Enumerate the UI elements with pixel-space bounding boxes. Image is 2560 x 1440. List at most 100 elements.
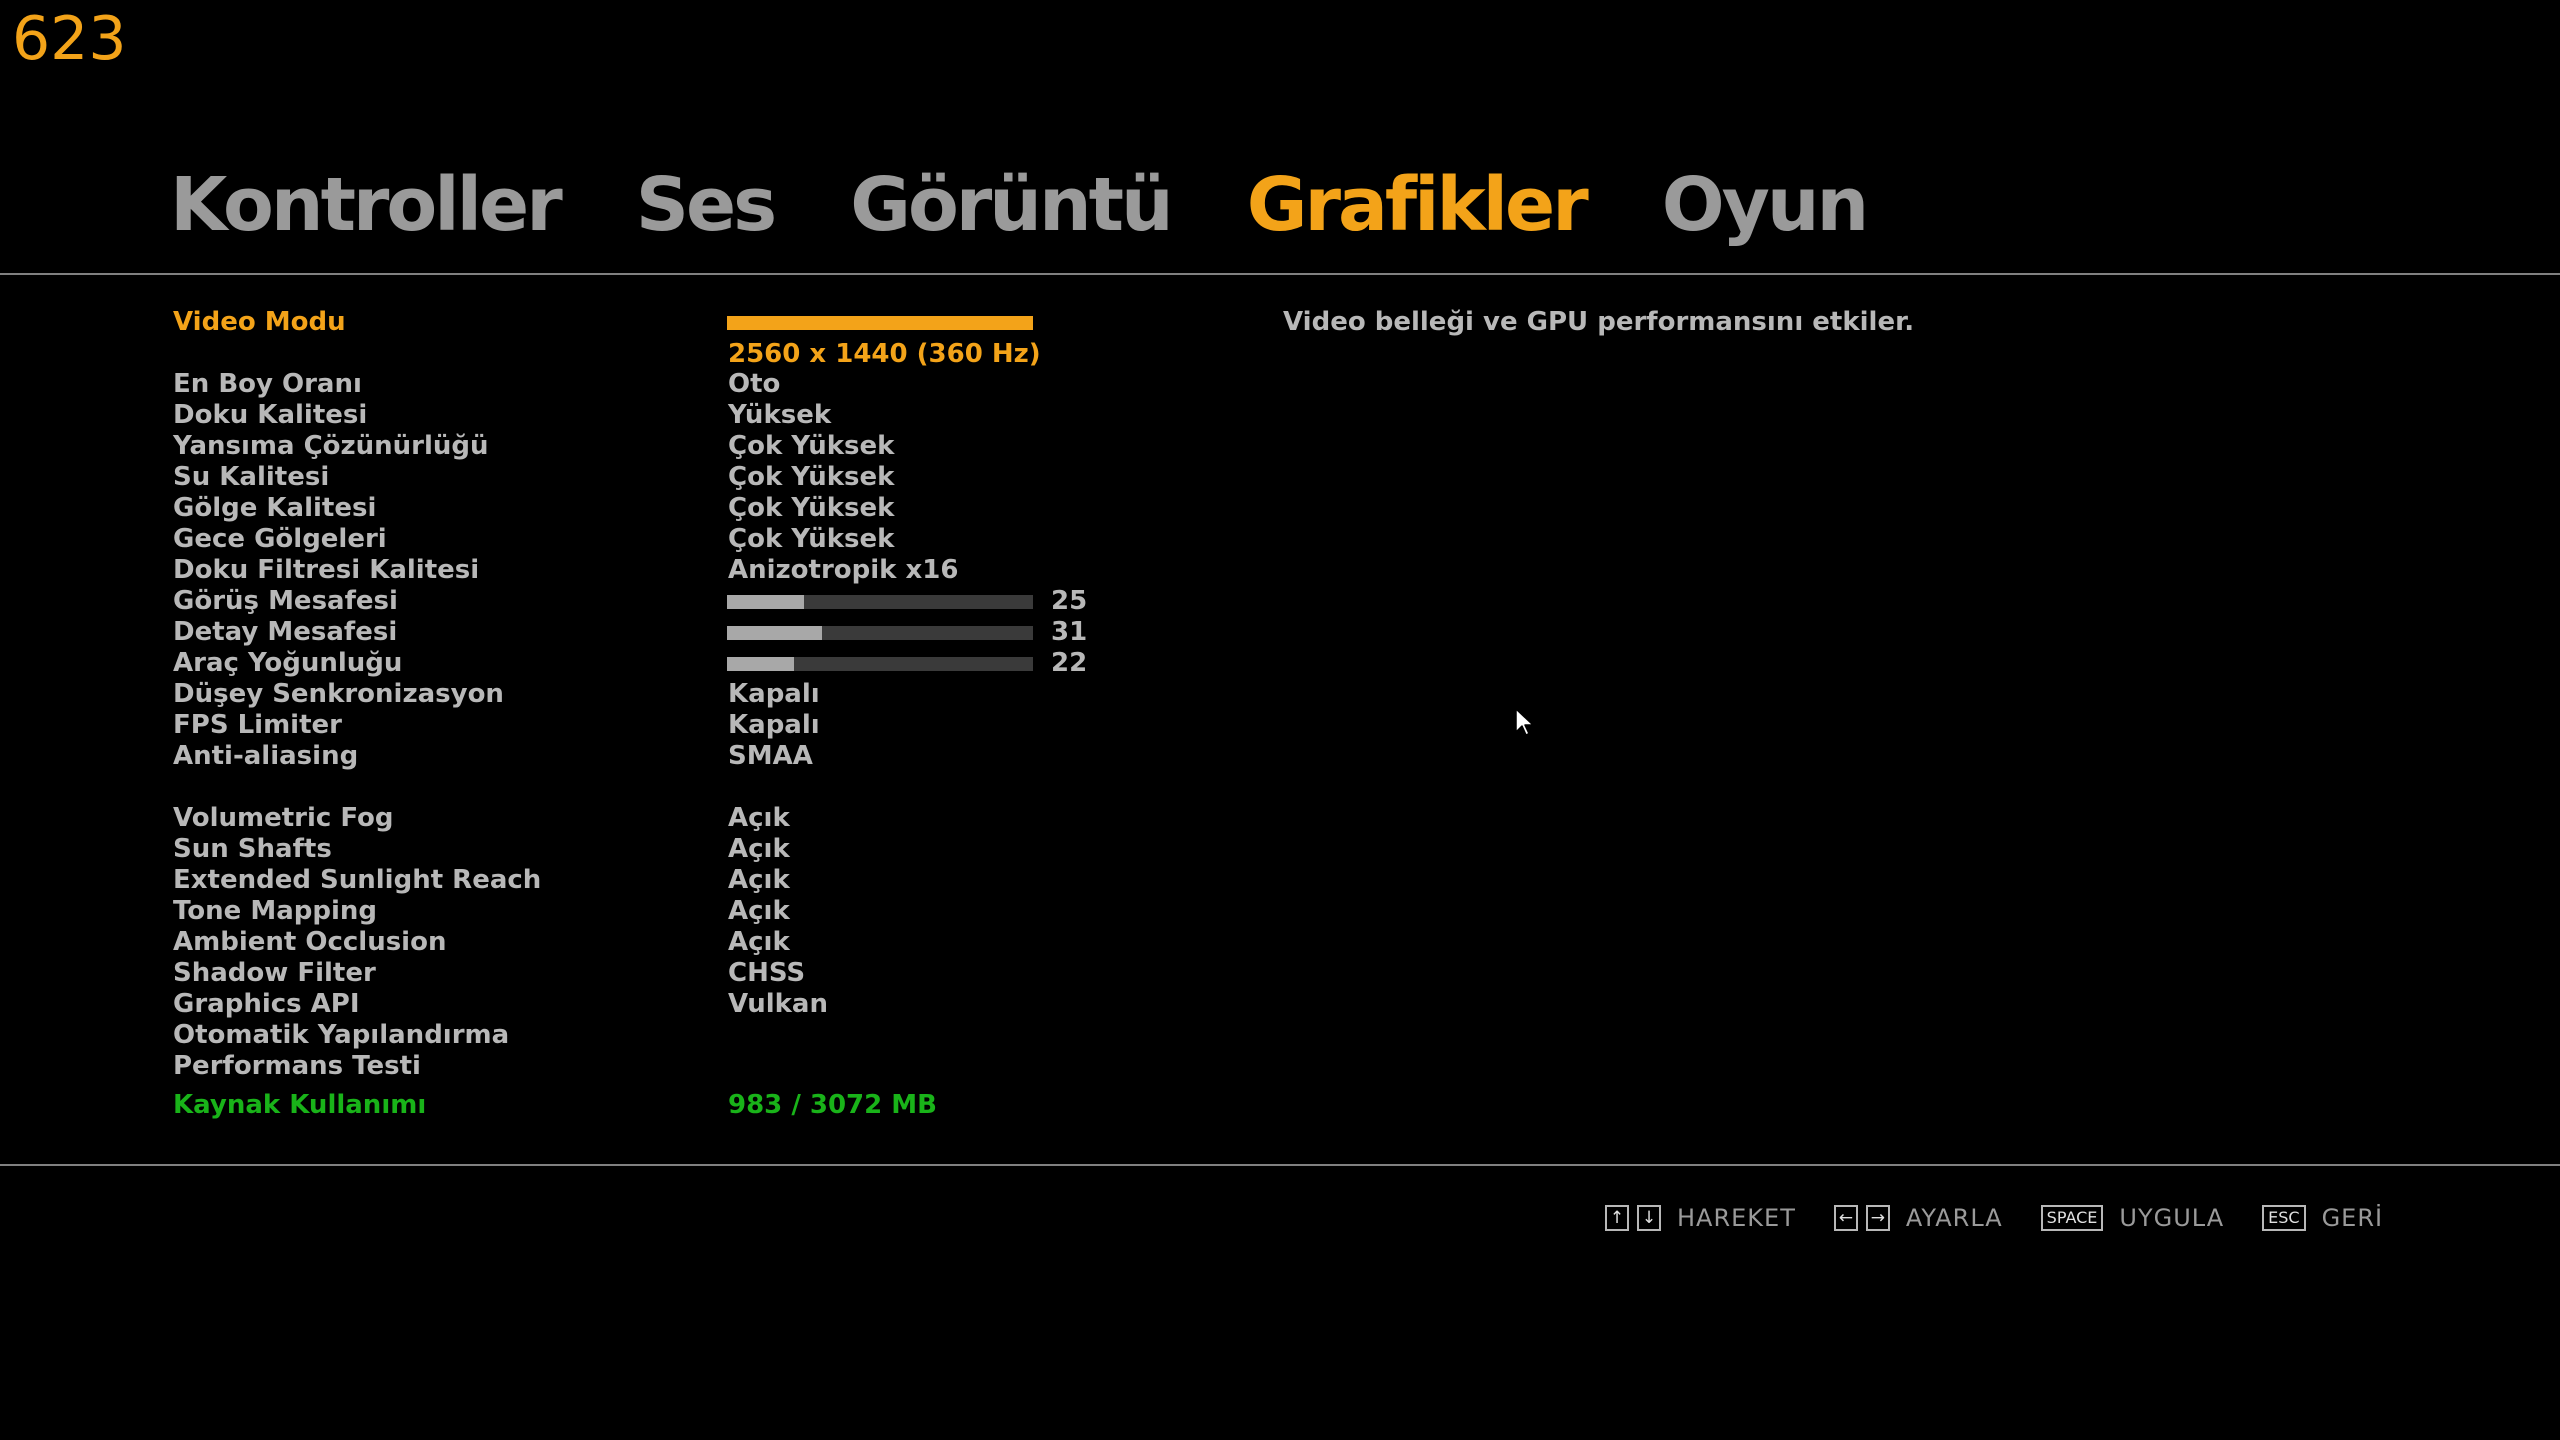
setting-value: Açık xyxy=(728,803,790,833)
arrow-right-key-icon: → xyxy=(1865,1205,1890,1231)
esc-key-icon: ESC xyxy=(2262,1205,2306,1231)
setting-label: En Boy Oranı xyxy=(173,369,362,399)
setting-label: Graphics API xyxy=(173,989,360,1019)
setting-label: Otomatik Yapılandırma xyxy=(173,1020,510,1050)
video-mode-value: 2560 x 1440 (360 Hz) xyxy=(728,339,1041,369)
hint-adjust-label: AYARLA xyxy=(1905,1204,2003,1232)
resource-usage-value: 983 / 3072 MB xyxy=(728,1090,937,1120)
resource-usage-label: Kaynak Kullanımı xyxy=(173,1090,427,1120)
slider-fill xyxy=(727,595,804,609)
video-mode-selection-bar xyxy=(727,316,1033,330)
setting-shadow-filter[interactable]: Shadow Filter CHSS xyxy=(173,958,1123,989)
vehicle-density-slider[interactable] xyxy=(727,657,1033,671)
setting-graphics-api[interactable]: Graphics API Vulkan xyxy=(173,989,1123,1020)
setting-value: Açık xyxy=(728,896,790,926)
arrow-up-key-icon: ↑ xyxy=(1605,1205,1629,1231)
bottom-divider xyxy=(0,1164,2560,1166)
hint-move[interactable]: ↑ ↓ HAREKET xyxy=(1605,1204,1796,1232)
tab-goruntu[interactable]: Görüntü xyxy=(850,162,1173,248)
hint-adjust[interactable]: ← → AYARLA xyxy=(1833,1204,2003,1232)
setting-anti-aliasing[interactable]: Anti-aliasing SMAA xyxy=(173,741,1123,772)
setting-label: Görüş Mesafesi xyxy=(173,586,398,616)
setting-value: CHSS xyxy=(728,958,806,988)
setting-label: Düşey Senkronizasyon xyxy=(173,679,504,709)
setting-label: Shadow Filter xyxy=(173,958,376,988)
setting-label: Doku Kalitesi xyxy=(173,400,368,430)
setting-reflection-resolution[interactable]: Yansıma Çözünürlüğü Çok Yüksek xyxy=(173,431,1123,462)
arrow-down-key-icon: ↓ xyxy=(1637,1205,1661,1231)
setting-label: Detay Mesafesi xyxy=(173,617,398,647)
setting-label: Yansıma Çözünürlüğü xyxy=(173,431,489,461)
setting-view-distance[interactable]: Görüş Mesafesi 25 xyxy=(173,586,1123,617)
setting-vsync[interactable]: Düşey Senkronizasyon Kapalı xyxy=(173,679,1123,710)
setting-sun-shafts[interactable]: Sun Shafts Açık xyxy=(173,834,1123,865)
setting-label: Araç Yoğunluğu xyxy=(173,648,403,678)
setting-value: Vulkan xyxy=(728,989,828,1019)
setting-fps-limiter[interactable]: FPS Limiter Kapalı xyxy=(173,710,1123,741)
setting-water-quality[interactable]: Su Kalitesi Çok Yüksek xyxy=(173,462,1123,493)
setting-value: Çok Yüksek xyxy=(728,462,895,492)
tab-grafikler[interactable]: Grafikler xyxy=(1247,162,1589,248)
setting-value: Açık xyxy=(728,834,790,864)
controls-footer: ↑ ↓ HAREKET ← → AYARLA SPACE UYGULA ESC … xyxy=(1605,1198,2383,1238)
auto-config-button[interactable]: Otomatik Yapılandırma xyxy=(173,1020,1123,1051)
mouse-cursor-icon xyxy=(1515,708,1534,736)
setting-tone-mapping[interactable]: Tone Mapping Açık xyxy=(173,896,1123,927)
setting-texture-quality[interactable]: Doku Kalitesi Yüksek xyxy=(173,400,1123,431)
setting-value: SMAA xyxy=(728,741,813,771)
tab-ses[interactable]: Ses xyxy=(636,162,778,248)
setting-description: Video belleği ve GPU performansını etkil… xyxy=(1283,307,1915,337)
slider-fill xyxy=(727,657,795,671)
slider-value: 25 xyxy=(1051,586,1088,616)
space-key-icon: SPACE xyxy=(2040,1205,2104,1231)
setting-label: Extended Sunlight Reach xyxy=(173,865,542,895)
setting-extended-sunlight-reach[interactable]: Extended Sunlight Reach Açık xyxy=(173,865,1123,896)
hint-apply-label: UYGULA xyxy=(2119,1204,2225,1232)
settings-tabs: Kontroller Ses Görüntü Grafikler Oyun xyxy=(170,150,1942,260)
setting-label: Anti-aliasing xyxy=(173,741,359,771)
setting-label: Tone Mapping xyxy=(173,896,378,926)
arrow-left-key-icon: ← xyxy=(1833,1205,1858,1231)
setting-label: Gölge Kalitesi xyxy=(173,493,377,523)
setting-value: Kapalı xyxy=(728,679,820,709)
setting-label: Sun Shafts xyxy=(173,834,332,864)
setting-texture-filter-quality[interactable]: Doku Filtresi Kalitesi Anizotropik x16 xyxy=(173,555,1123,586)
setting-value: Kapalı xyxy=(728,710,820,740)
tab-oyun[interactable]: Oyun xyxy=(1662,162,1870,248)
setting-label: Performans Testi xyxy=(173,1051,421,1081)
setting-volumetric-fog[interactable]: Volumetric Fog Açık xyxy=(173,803,1123,834)
hint-back-label: GERİ xyxy=(2321,1204,2384,1232)
setting-label: Volumetric Fog xyxy=(173,803,394,833)
setting-shadow-quality[interactable]: Gölge Kalitesi Çok Yüksek xyxy=(173,493,1123,524)
setting-label: Doku Filtresi Kalitesi xyxy=(173,555,480,585)
setting-value: Açık xyxy=(728,865,790,895)
setting-label: Video Modu xyxy=(173,307,346,337)
setting-label: Su Kalitesi xyxy=(173,462,330,492)
setting-value: Oto xyxy=(728,369,781,399)
detail-distance-slider[interactable] xyxy=(727,626,1033,640)
setting-label: FPS Limiter xyxy=(173,710,342,740)
setting-value: Yüksek xyxy=(728,400,832,430)
view-distance-slider[interactable] xyxy=(727,595,1033,609)
setting-label: Gece Gölgeleri xyxy=(173,524,387,554)
setting-value: Anizotropik x16 xyxy=(728,555,959,585)
setting-vehicle-density[interactable]: Araç Yoğunluğu 22 xyxy=(173,648,1123,679)
setting-value: Açık xyxy=(728,927,790,957)
hint-move-label: HAREKET xyxy=(1677,1204,1796,1232)
setting-detail-distance[interactable]: Detay Mesafesi 31 xyxy=(173,617,1123,648)
slider-value: 22 xyxy=(1051,648,1088,678)
slider-fill xyxy=(727,626,822,640)
setting-value: Çok Yüksek xyxy=(728,431,895,461)
setting-value: Çok Yüksek xyxy=(728,524,895,554)
fps-counter: 623 xyxy=(12,4,127,74)
hint-apply[interactable]: SPACE UYGULA xyxy=(2040,1204,2225,1232)
hint-back[interactable]: ESC GERİ xyxy=(2262,1204,2383,1232)
tab-kontroller[interactable]: Kontroller xyxy=(170,162,563,248)
resource-usage: Kaynak Kullanımı 983 / 3072 MB xyxy=(173,1090,1123,1121)
setting-aspect-ratio[interactable]: En Boy Oranı Oto xyxy=(173,369,1123,400)
performance-test-button[interactable]: Performans Testi xyxy=(173,1051,1123,1082)
setting-label: Ambient Occlusion xyxy=(173,927,447,957)
top-divider xyxy=(0,273,2560,275)
setting-night-shadows[interactable]: Gece Gölgeleri Çok Yüksek xyxy=(173,524,1123,555)
setting-ambient-occlusion[interactable]: Ambient Occlusion Açık xyxy=(173,927,1123,958)
